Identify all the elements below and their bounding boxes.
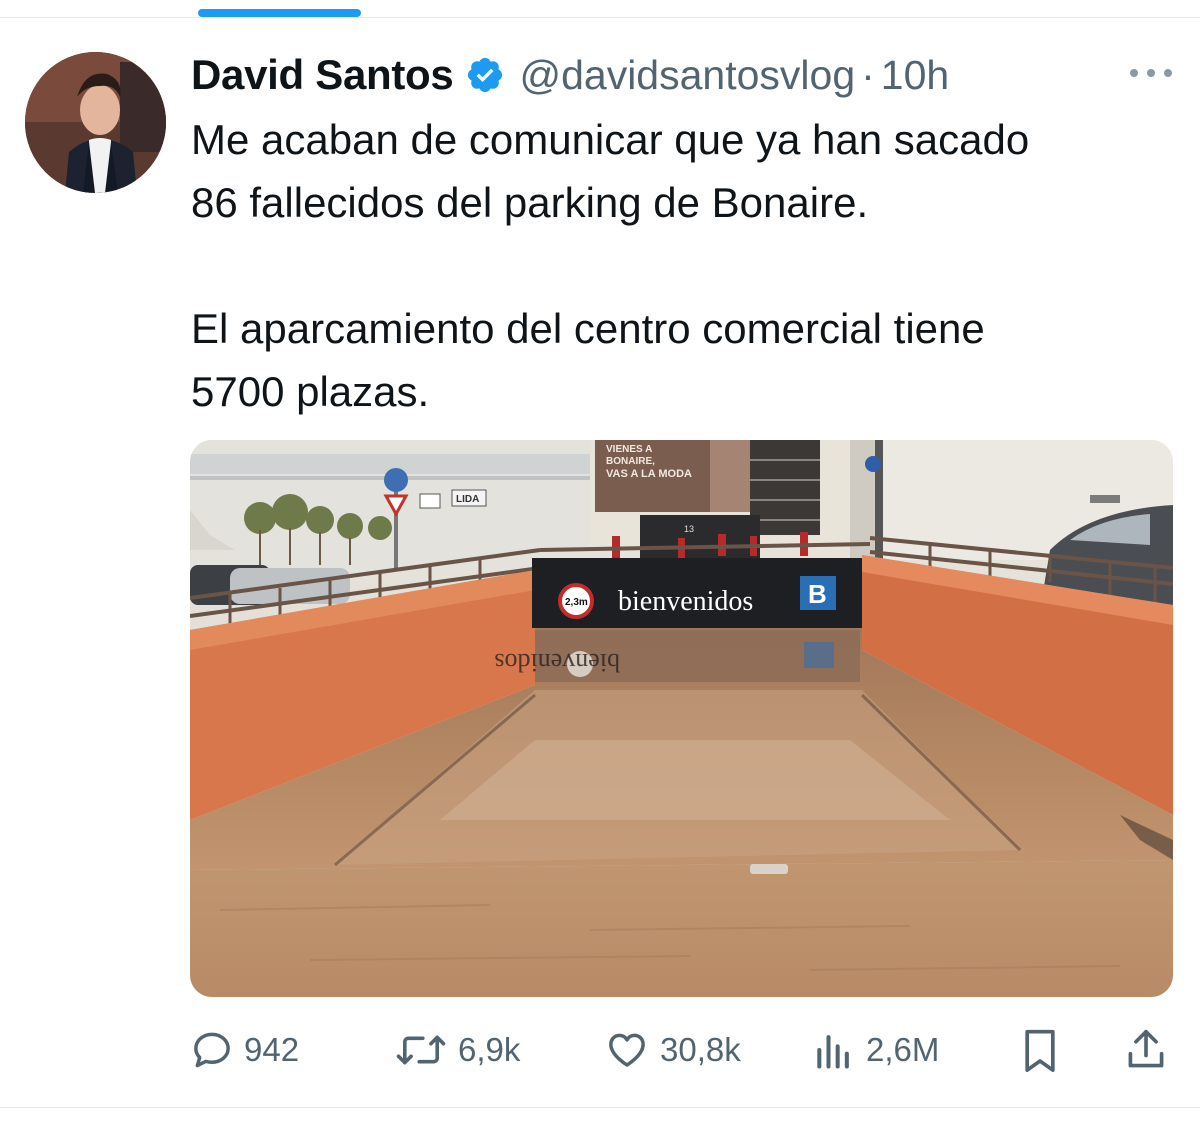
separator-dot: · — [861, 51, 875, 98]
more-dot — [1164, 69, 1172, 77]
tweet-header: David Santos @davidsantosvlog · 10h — [191, 48, 949, 102]
share-button[interactable] — [1124, 1022, 1168, 1078]
more-icon[interactable] — [1130, 63, 1172, 83]
share-icon — [1128, 1029, 1164, 1068]
top-divider — [0, 17, 1200, 18]
bookmark-button[interactable] — [1018, 1022, 1062, 1078]
street-sign: LIDA — [456, 494, 479, 505]
author-name[interactable]: David Santos — [191, 51, 454, 99]
avatar-photo — [25, 52, 166, 193]
views-button[interactable]: 2,6M — [812, 1022, 939, 1078]
repost-button[interactable]: 6,9k — [394, 1022, 520, 1078]
repost-count: 6,9k — [458, 1031, 521, 1068]
welcome-sign-text: bienvenidos — [618, 586, 753, 617]
more-dot — [1130, 69, 1138, 77]
author-handle[interactable]: @davidsantosvlog — [519, 52, 855, 99]
views-icon — [817, 1035, 849, 1069]
tweet-line: Me acaban de comunicar que ya han sacado — [191, 116, 1030, 163]
like-button[interactable]: 30,8k — [604, 1022, 741, 1078]
flooded-parking-photo: VIENES A BONAIRE, VAS A LA MODA 13 LIDA … — [190, 440, 1173, 997]
active-tab-indicator — [198, 9, 361, 17]
tweet-line: El aparcamiento del centro comercial tie… — [191, 305, 985, 352]
sign-logo: B — [808, 579, 827, 609]
tweet-actions: 942 6,9k 30,8k 2,6M — [0, 1022, 1200, 1078]
door-number: 13 — [684, 524, 694, 534]
reply-icon — [194, 1032, 230, 1068]
tweet-media[interactable]: VIENES A BONAIRE, VAS A LA MODA 13 LIDA … — [190, 440, 1173, 997]
reply-button[interactable]: 942 — [190, 1022, 299, 1078]
reply-count: 942 — [244, 1031, 300, 1068]
verified-badge-icon — [468, 57, 503, 93]
tweet-line: 86 fallecidos del parking de Bonaire. — [191, 179, 869, 226]
billboard-line: VIENES A — [606, 444, 652, 455]
repost-icon — [396, 1035, 446, 1065]
tweet-text: Me acaban de comunicar que ya han sacado… — [191, 108, 1171, 423]
views-count: 2,6M — [866, 1031, 940, 1068]
more-dot — [1147, 69, 1155, 77]
like-icon — [609, 1033, 645, 1067]
height-limit-sign: 2,3m — [565, 597, 588, 608]
billboard-line: BONAIRE, — [606, 456, 655, 467]
avatar[interactable] — [25, 52, 166, 193]
bookmark-icon — [1025, 1029, 1055, 1072]
like-count: 30,8k — [660, 1031, 741, 1068]
tweet-line: 5700 plazas. — [191, 368, 430, 415]
sign-reflection: bienvenidos — [494, 648, 620, 677]
billboard-line: VAS A LA MODA — [606, 468, 692, 480]
timestamp[interactable]: 10h — [881, 52, 949, 99]
bottom-divider — [0, 1107, 1200, 1108]
